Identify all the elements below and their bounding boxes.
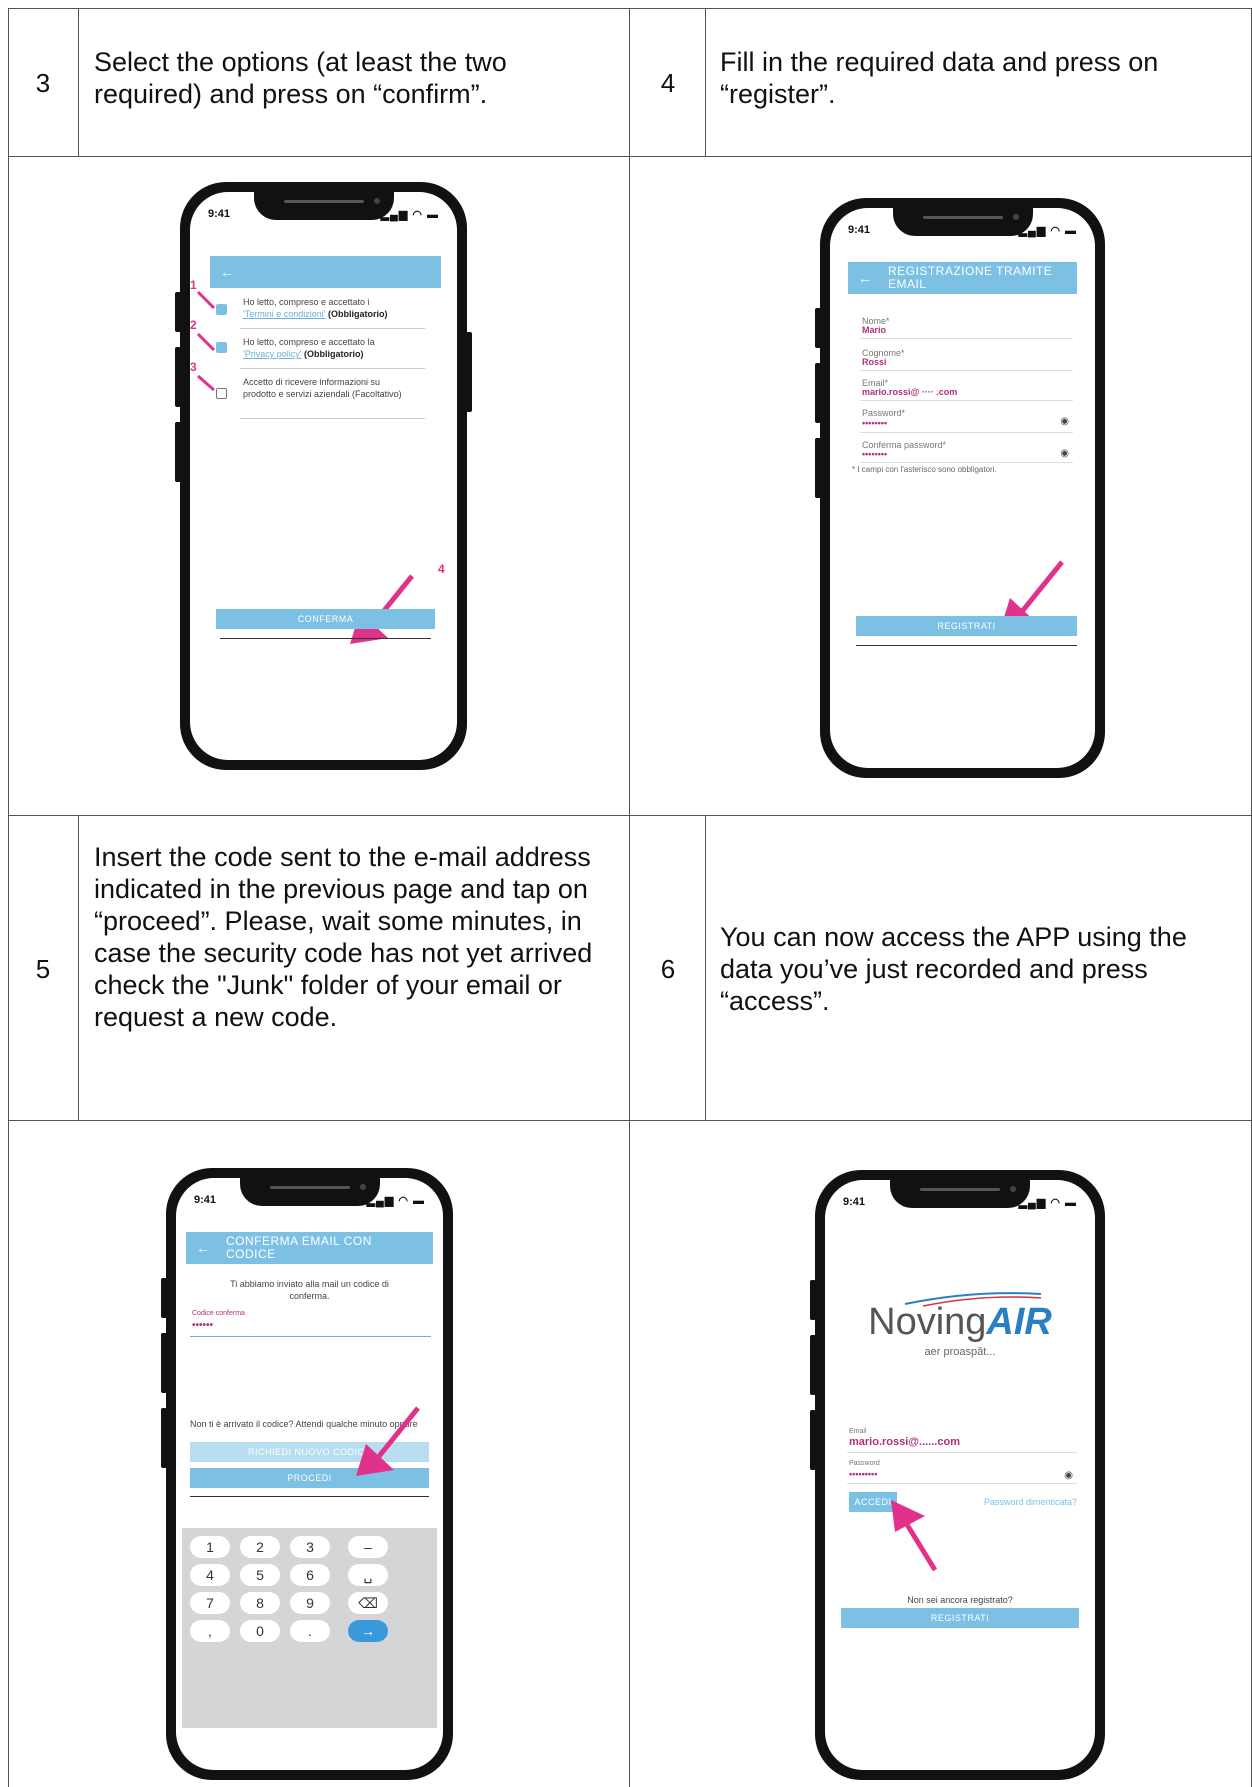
- privacy-link[interactable]: 'Privacy policy': [243, 349, 301, 359]
- pointer-arrow-icon: [891, 1500, 938, 1572]
- register-button[interactable]: REGISTRATI: [856, 616, 1077, 636]
- key-enter[interactable]: →: [348, 1620, 388, 1642]
- key-period[interactable]: .: [290, 1620, 330, 1642]
- back-arrow-icon[interactable]: ←: [196, 1240, 210, 1256]
- password-field[interactable]: •••••••••: [849, 1469, 877, 1479]
- forgot-password-link[interactable]: Password dimenticata?: [984, 1496, 1077, 1508]
- code-input[interactable]: ••••••: [192, 1320, 213, 1331]
- status-time: 9:41: [848, 224, 871, 236]
- key-1[interactable]: 1: [190, 1536, 230, 1558]
- step-text: Select the options (at least the two req…: [94, 47, 507, 109]
- field-value[interactable]: ••••••••: [862, 449, 887, 459]
- step-text: Insert the code sent to the e-mail addre…: [94, 842, 593, 1032]
- screen-title: CONFERMA EMAIL CON CODICE: [226, 1234, 372, 1261]
- code-label: Codice conferma: [192, 1310, 245, 1317]
- not-registered-text: Non sei ancora registrato?: [907, 1595, 1013, 1605]
- app-bar: ←: [210, 256, 441, 288]
- key-backspace[interactable]: ⌫: [348, 1592, 388, 1614]
- key-space[interactable]: ␣: [348, 1564, 388, 1586]
- key-8[interactable]: 8: [240, 1592, 280, 1614]
- app-bar: ← CONFERMA EMAIL CON CODICE: [186, 1232, 433, 1264]
- step-number: 5: [35, 954, 51, 984]
- status-icons: ▂▄▆ ◠ ▬: [1018, 225, 1077, 237]
- phone-mockup: 9:41 ▂▄▆ ◠ ▬ ← 1 2 3 4 Ho letto, compres…: [175, 182, 472, 770]
- key-3[interactable]: 3: [290, 1536, 330, 1558]
- status-time: 9:41: [194, 1194, 217, 1206]
- privacy-checkbox[interactable]: [216, 342, 227, 353]
- eye-icon[interactable]: ◉: [1060, 448, 1069, 459]
- status-icons: ▂▄▆ ◠ ▬: [380, 209, 439, 221]
- phone-screen: 9:41 ▂▄▆ ◠ ▬ ← REGISTRAZIONE TRAMITE EMA…: [830, 208, 1095, 768]
- password-label: Password: [849, 1460, 880, 1467]
- step-marker: 4: [438, 562, 445, 576]
- back-arrow-icon[interactable]: ←: [858, 270, 872, 286]
- field-label: Password*: [862, 408, 906, 418]
- phone-mockup: 9:41 ▂▄▆ ◠ ▬ ← CONFERMA EMAIL CON CODICE…: [161, 1168, 453, 1780]
- status-time: 9:41: [843, 1196, 866, 1208]
- key-6[interactable]: 6: [290, 1564, 330, 1586]
- status-icons: ▂▄▆ ◠ ▬: [366, 1195, 425, 1207]
- pointer-arrow-icon: [356, 1406, 420, 1476]
- phone-screen: 9:41 ▂▄▆ ◠ ▬ ← CONFERMA EMAIL CON CODICE…: [176, 1178, 443, 1770]
- step-text: You can now access the APP using the dat…: [720, 922, 1187, 1016]
- app-logo: NovingAIR: [868, 1301, 1052, 1343]
- marketing-checkbox[interactable]: [216, 388, 227, 399]
- email-label: Email: [849, 1428, 867, 1435]
- status-icons: ▂▄▆ ◠ ▬: [1018, 1197, 1077, 1209]
- key-5[interactable]: 5: [240, 1564, 280, 1586]
- marker-arrows-icon: [196, 290, 216, 392]
- step-number: 4: [660, 68, 676, 98]
- key-4[interactable]: 4: [190, 1564, 230, 1586]
- register-button[interactable]: REGISTRATI: [841, 1608, 1079, 1628]
- field-value[interactable]: Rossi: [862, 357, 887, 367]
- required-note: * I campi con l'asterisco sono obbligato…: [852, 465, 997, 474]
- step-number: 3: [35, 68, 51, 98]
- app-bar: ← REGISTRAZIONE TRAMITE EMAIL: [848, 262, 1077, 294]
- phone-screen: 9:41 ▂▄▆ ◠ ▬ NovingAIR aer proaspăt... E…: [825, 1180, 1095, 1770]
- terms-checkbox[interactable]: [216, 304, 227, 315]
- field-value[interactable]: ••••••••: [862, 418, 887, 428]
- tagline: aer proaspăt...: [924, 1346, 996, 1358]
- privacy-option: Ho letto, compreso e accettato la 'Priva…: [243, 337, 375, 359]
- terms-option: Ho letto, compreso e accettato i 'Termin…: [243, 297, 388, 319]
- eye-icon[interactable]: ◉: [1064, 1470, 1073, 1481]
- field-value[interactable]: mario.rossi@ ···· .com: [862, 387, 957, 397]
- screen-title: REGISTRAZIONE TRAMITE EMAIL: [888, 264, 1053, 291]
- numeric-keypad: 1 2 3 – 4 5 6 ␣ 7 8 9 ⌫ , 0 . →: [182, 1528, 437, 1728]
- marketing-option: Accetto di ricevere informazioni su prod…: [243, 377, 402, 399]
- step-number: 6: [660, 954, 676, 984]
- key-0[interactable]: 0: [240, 1620, 280, 1642]
- confirm-button[interactable]: CONFERMA: [216, 609, 435, 629]
- terms-link[interactable]: 'Termini e condizioni': [243, 309, 325, 319]
- field-value[interactable]: Mario: [862, 325, 886, 335]
- phone-screen: 9:41 ▂▄▆ ◠ ▬ ← 1 2 3 4 Ho letto, compres…: [190, 192, 457, 760]
- step-text: Fill in the required data and press on “…: [720, 47, 1159, 109]
- status-time: 9:41: [208, 208, 231, 220]
- phone-mockup: 9:41 ▂▄▆ ◠ ▬ ← REGISTRAZIONE TRAMITE EMA…: [815, 198, 1105, 778]
- eye-icon[interactable]: ◉: [1060, 416, 1069, 427]
- intro-text: Ti abbiamo inviato alla mail un codice d…: [230, 1279, 389, 1301]
- email-field[interactable]: mario.rossi@......com: [849, 1436, 960, 1448]
- key-7[interactable]: 7: [190, 1592, 230, 1614]
- key-2[interactable]: 2: [240, 1536, 280, 1558]
- key-comma[interactable]: ,: [190, 1620, 230, 1642]
- phone-mockup: 9:41 ▂▄▆ ◠ ▬ NovingAIR aer proaspăt... E…: [810, 1170, 1105, 1780]
- key-minus[interactable]: –: [348, 1536, 388, 1558]
- key-9[interactable]: 9: [290, 1592, 330, 1614]
